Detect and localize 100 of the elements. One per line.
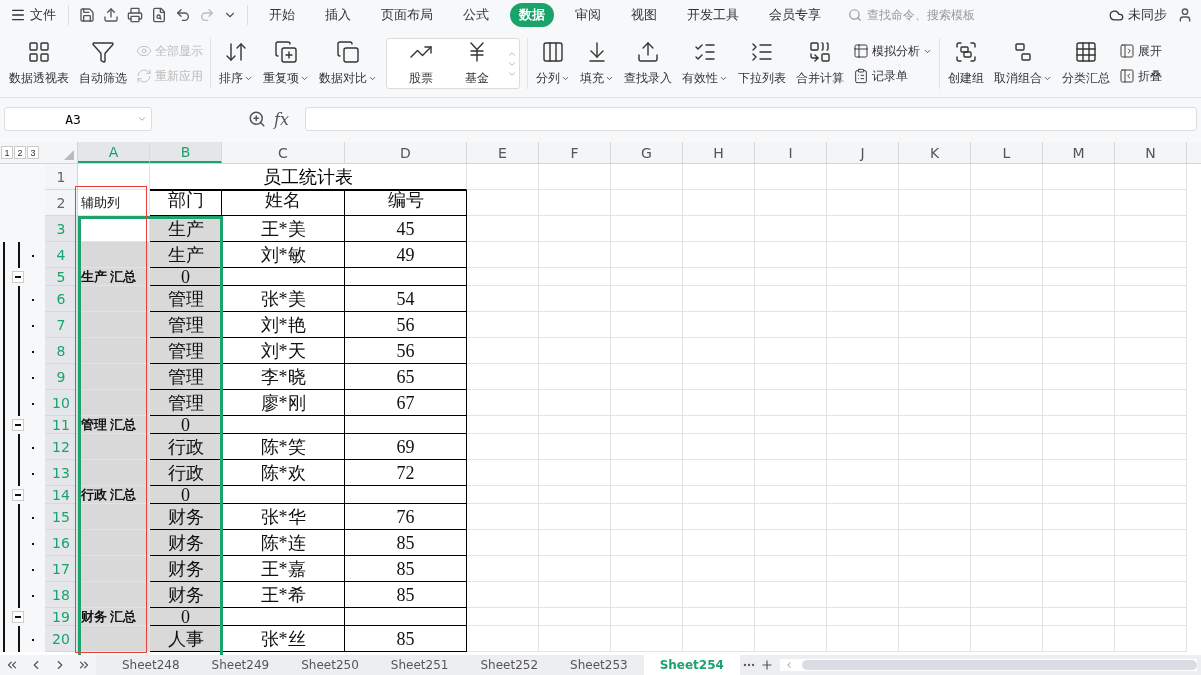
empty-cell bbox=[1043, 268, 1115, 286]
column-letter[interactable]: I bbox=[755, 142, 827, 163]
ribbon-button[interactable]: 展开 bbox=[1119, 42, 1162, 60]
empty-cell bbox=[1115, 390, 1187, 416]
menu-tab[interactable]: 会员专享 bbox=[760, 3, 830, 27]
ribbon-button[interactable]: 填充 bbox=[575, 32, 619, 95]
collapse-button[interactable] bbox=[12, 271, 24, 283]
column-letter[interactable]: C bbox=[222, 142, 345, 163]
ribbon-button[interactable]: 数据透视表 bbox=[4, 32, 74, 95]
gallery-item[interactable]: 股票 bbox=[395, 40, 447, 87]
empty-cell bbox=[467, 164, 539, 190]
collapse-button[interactable] bbox=[12, 489, 24, 501]
ribbon-button[interactable]: 分类汇总 bbox=[1057, 32, 1115, 95]
outline-bracket bbox=[18, 626, 20, 652]
empty-cell bbox=[539, 626, 611, 652]
menu-tab[interactable]: 插入 bbox=[316, 3, 360, 27]
ribbon-button[interactable]: 下拉列表 bbox=[733, 32, 791, 95]
empty-cell bbox=[971, 504, 1043, 530]
sheet-tab[interactable]: Sheet248 bbox=[106, 655, 196, 675]
column-letter[interactable]: F bbox=[539, 142, 611, 163]
ribbon-button[interactable]: 排序 bbox=[214, 32, 258, 95]
table-cell: 72 bbox=[345, 460, 467, 486]
gallery-item[interactable]: 基金 bbox=[451, 40, 503, 87]
empty-cell bbox=[971, 416, 1043, 434]
sheet-tab[interactable]: Sheet251 bbox=[374, 655, 465, 675]
empty-cell bbox=[611, 242, 683, 268]
empty-cell bbox=[899, 242, 971, 268]
print-icon[interactable] bbox=[125, 5, 145, 25]
ribbon-button[interactable]: 记录单 bbox=[853, 67, 932, 85]
scroll-thumb[interactable] bbox=[801, 660, 1197, 670]
function-label[interactable]: fx bbox=[274, 109, 289, 129]
ribbon-button[interactable]: 折叠 bbox=[1119, 67, 1162, 85]
column-letter[interactable]: N bbox=[1115, 142, 1187, 163]
outline-level-button[interactable]: 1 bbox=[1, 146, 13, 159]
formula-field[interactable] bbox=[304, 107, 1197, 131]
column-letter[interactable]: G bbox=[611, 142, 683, 163]
export-icon[interactable] bbox=[101, 5, 121, 25]
last-sheet-button[interactable] bbox=[72, 655, 96, 675]
empty-cell bbox=[539, 242, 611, 268]
column-letter[interactable]: M bbox=[1043, 142, 1115, 163]
caret-icon bbox=[719, 74, 728, 83]
table-cell: 85 bbox=[345, 582, 467, 608]
empty-cell bbox=[1115, 416, 1187, 434]
ribbon-button[interactable]: 有效性 bbox=[677, 32, 733, 95]
ribbon-button[interactable]: 模拟分析 bbox=[853, 42, 932, 60]
menu-tab[interactable]: 审阅 bbox=[566, 3, 610, 27]
collapse-button[interactable] bbox=[12, 419, 24, 431]
empty-cell bbox=[683, 486, 755, 504]
empty-cell bbox=[611, 460, 683, 486]
first-sheet-button[interactable] bbox=[0, 655, 24, 675]
empty-cell bbox=[755, 434, 827, 460]
empty-cell bbox=[1115, 486, 1187, 504]
column-letter[interactable]: K bbox=[899, 142, 971, 163]
ribbon-button[interactable]: 分列 bbox=[531, 32, 575, 95]
sheet-tab[interactable]: Sheet252 bbox=[464, 655, 555, 675]
column-letter[interactable]: D bbox=[345, 142, 467, 163]
ribbon-button[interactable]: 数据对比 bbox=[314, 32, 382, 95]
menu-tab[interactable]: 开始 bbox=[260, 3, 304, 27]
menu-tab[interactable]: 开发工具 bbox=[678, 3, 748, 27]
row-number[interactable]: 1 bbox=[45, 164, 78, 190]
column-letter[interactable]: L bbox=[971, 142, 1043, 163]
name-box[interactable]: A3 bbox=[4, 107, 152, 131]
menu-tab[interactable]: 视图 bbox=[622, 3, 666, 27]
caret-icon bbox=[1043, 74, 1052, 83]
horizontal-scrollbar[interactable] bbox=[779, 659, 1197, 671]
column-letter[interactable]: E bbox=[467, 142, 539, 163]
ribbon-button[interactable]: 重复项 bbox=[258, 32, 314, 95]
column-letter[interactable]: H bbox=[683, 142, 755, 163]
sheet-tab[interactable]: Sheet250 bbox=[285, 655, 375, 675]
ribbon-button[interactable]: 合并计算 bbox=[791, 32, 849, 95]
outline-level-button[interactable]: 2 bbox=[14, 146, 26, 159]
search-field[interactable]: 查找命令、搜索模板 bbox=[865, 7, 1005, 23]
ribbon-button[interactable]: 取消组合 bbox=[989, 32, 1057, 95]
empty-cell bbox=[827, 556, 899, 582]
empty-cell bbox=[539, 364, 611, 390]
empty-cell bbox=[1115, 504, 1187, 530]
empty-cell bbox=[899, 268, 971, 286]
ribbon-button[interactable]: 查找录入 bbox=[619, 32, 677, 95]
empty-cell bbox=[1043, 312, 1115, 338]
empty-cell bbox=[755, 486, 827, 504]
table-cell: 0 bbox=[150, 608, 222, 626]
file-menu[interactable]: 文件 bbox=[6, 4, 60, 26]
table-cell: 管理 bbox=[150, 390, 222, 416]
outline-level-button[interactable]: 3 bbox=[27, 146, 39, 159]
menu-tab[interactable]: 页面布局 bbox=[372, 3, 442, 27]
table-cell: 54 bbox=[345, 286, 467, 312]
save-icon[interactable] bbox=[77, 5, 97, 25]
column-letter[interactable]: J bbox=[827, 142, 899, 163]
collapse-button[interactable] bbox=[12, 611, 24, 623]
ribbon-button[interactable]: 创建组 bbox=[943, 32, 989, 95]
row-number[interactable]: 2 bbox=[45, 190, 78, 216]
sheet-tab[interactable]: Sheet253 bbox=[554, 655, 644, 675]
group-icon bbox=[954, 40, 978, 64]
empty-cell bbox=[1115, 164, 1187, 190]
empty-cell bbox=[971, 390, 1043, 416]
zoom-icon[interactable] bbox=[248, 110, 266, 128]
sync-button[interactable]: 未同步 bbox=[1105, 4, 1171, 26]
sheet-tab[interactable]: Sheet249 bbox=[195, 655, 286, 675]
menu-tab[interactable]: 公式 bbox=[454, 3, 498, 27]
ribbon-button[interactable]: 自动筛选 bbox=[74, 32, 132, 95]
